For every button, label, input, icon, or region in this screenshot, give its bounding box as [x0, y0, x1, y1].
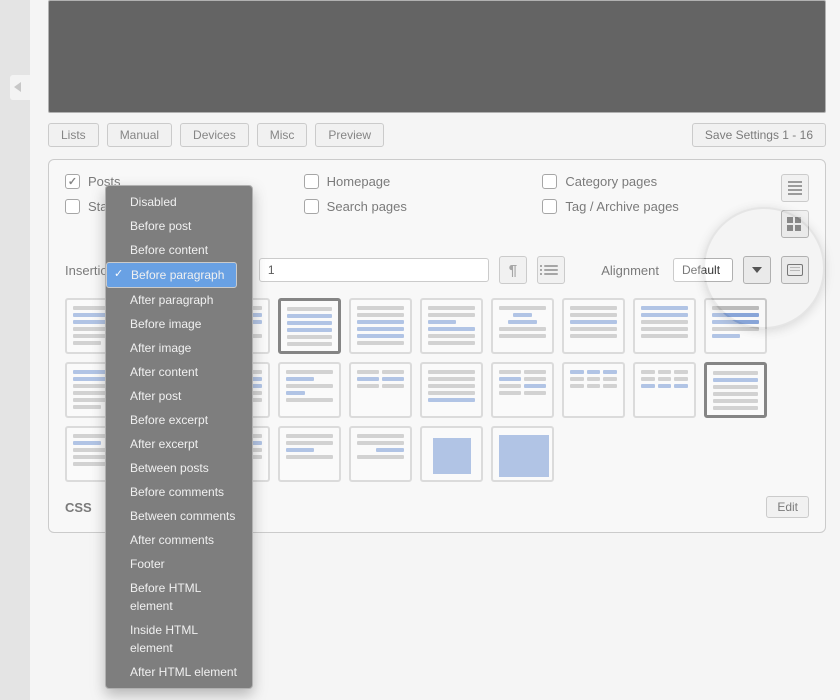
tab-manual[interactable]: Manual	[107, 123, 172, 147]
dd-after-image[interactable]: After image	[106, 336, 252, 360]
code-editor-area[interactable]	[48, 0, 826, 113]
chk-tag-label: Tag / Archive pages	[565, 199, 678, 214]
chk-homepage-label: Homepage	[327, 174, 391, 189]
pilcrow-icon: ¶	[509, 262, 517, 279]
layout-thumb[interactable]	[704, 298, 767, 354]
left-gutter	[0, 0, 30, 700]
dd-after-paragraph[interactable]: After paragraph	[106, 288, 252, 312]
alignment-dropdown-button[interactable]	[743, 256, 771, 284]
layout-thumb[interactable]	[562, 362, 625, 418]
layout-thumb[interactable]	[420, 426, 483, 482]
chk-category-label: Category pages	[565, 174, 657, 189]
pilcrow-button[interactable]: ¶	[499, 256, 527, 284]
css-label: CSS	[65, 500, 92, 515]
layout-thumb[interactable]	[491, 426, 554, 482]
alignment-label: Alignment	[601, 263, 659, 278]
layout-thumb[interactable]	[349, 362, 412, 418]
dd-before-paragraph[interactable]: Before paragraph	[106, 262, 237, 288]
dd-after-excerpt[interactable]: After excerpt	[106, 432, 252, 456]
layout-thumb[interactable]	[633, 362, 696, 418]
dd-between-posts[interactable]: Between posts	[106, 456, 252, 480]
layout-thumb[interactable]	[491, 298, 554, 354]
dd-before-content[interactable]: Before content	[106, 238, 252, 262]
dd-before-post[interactable]: Before post	[106, 214, 252, 238]
chk-homepage[interactable]: Homepage	[304, 174, 523, 189]
dd-before-excerpt[interactable]: Before excerpt	[106, 408, 252, 432]
settings-tabbar: Lists Manual Devices Misc Preview Save S…	[48, 123, 826, 147]
chk-category[interactable]: Category pages	[542, 174, 761, 189]
dd-after-post[interactable]: After post	[106, 384, 252, 408]
layout-thumb[interactable]	[704, 362, 767, 418]
dd-before-comments[interactable]: Before comments	[106, 480, 252, 504]
dd-after-comments[interactable]: After comments	[106, 528, 252, 552]
grid-view-button[interactable]	[781, 210, 809, 238]
alignment-select[interactable]: Default	[673, 258, 733, 282]
gutter-collapse-tab[interactable]	[10, 75, 30, 100]
grid-icon	[787, 217, 803, 231]
css-edit-button[interactable]: Edit	[766, 496, 809, 518]
layout-thumb[interactable]	[349, 426, 412, 482]
keyboard-icon	[787, 264, 803, 276]
tab-preview[interactable]: Preview	[315, 123, 384, 147]
dd-disabled[interactable]: Disabled	[106, 190, 252, 214]
chk-search[interactable]: Search pages	[304, 199, 523, 214]
tab-misc[interactable]: Misc	[257, 123, 308, 147]
chk-search-label: Search pages	[327, 199, 407, 214]
dd-after-html[interactable]: After HTML element	[106, 660, 252, 684]
dd-footer[interactable]: Footer	[106, 552, 252, 576]
layout-thumb-selected[interactable]	[278, 298, 341, 354]
tab-devices[interactable]: Devices	[180, 123, 249, 147]
save-settings-button[interactable]: Save Settings 1 - 16	[692, 123, 826, 147]
layout-thumb[interactable]	[491, 362, 554, 418]
layout-thumb[interactable]	[349, 298, 412, 354]
layout-thumb[interactable]	[278, 426, 341, 482]
list-icon	[544, 265, 558, 275]
list-view-button[interactable]	[781, 174, 809, 202]
dd-inside-html[interactable]: Inside HTML element	[106, 618, 252, 660]
layout-thumb[interactable]	[562, 298, 625, 354]
chevron-down-icon	[752, 267, 762, 273]
layout-thumb[interactable]	[278, 362, 341, 418]
layout-thumb[interactable]	[420, 298, 483, 354]
dd-before-image[interactable]: Before image	[106, 312, 252, 336]
tab-lists[interactable]: Lists	[48, 123, 99, 147]
dd-before-html[interactable]: Before HTML element	[106, 576, 252, 618]
hamburger-icon	[788, 181, 802, 195]
chk-tag[interactable]: Tag / Archive pages	[542, 199, 761, 214]
keyboard-button[interactable]	[781, 256, 809, 284]
dd-after-content[interactable]: After content	[106, 360, 252, 384]
layout-thumb[interactable]	[633, 298, 696, 354]
insertion-number-input[interactable]	[259, 258, 489, 282]
layout-thumb[interactable]	[420, 362, 483, 418]
dd-between-comments[interactable]: Between comments	[106, 504, 252, 528]
insertion-dropdown-menu: Disabled Before post Before content Befo…	[105, 185, 253, 689]
list-indent-button[interactable]	[537, 256, 565, 284]
